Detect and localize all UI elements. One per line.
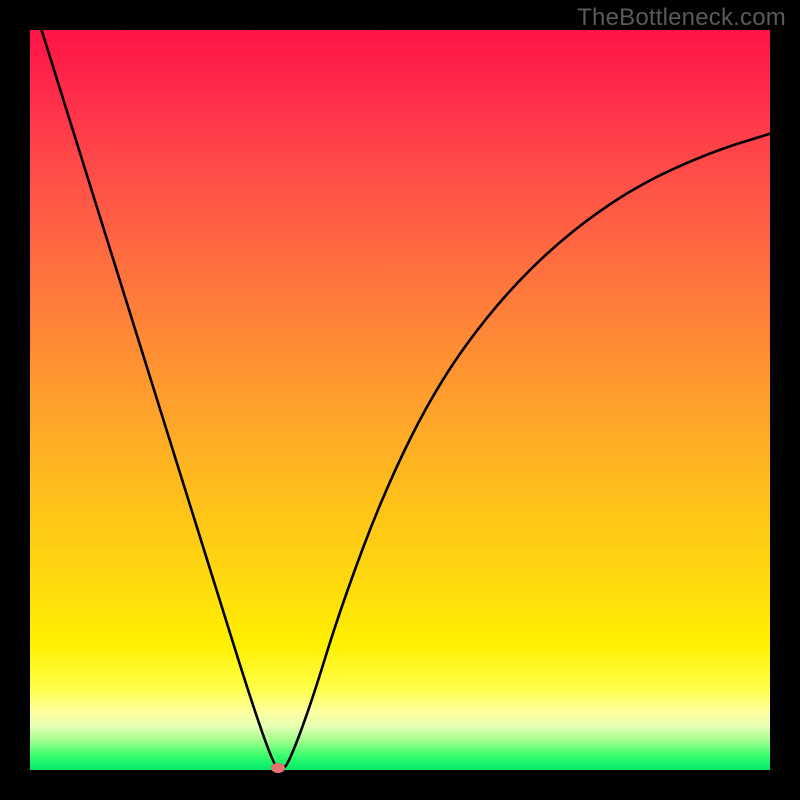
bottleneck-curve-path <box>30 0 770 769</box>
min-marker <box>271 763 285 773</box>
chart-stage: TheBottleneck.com <box>0 0 800 800</box>
plot-area <box>30 30 770 770</box>
watermark-text: TheBottleneck.com <box>577 4 786 32</box>
curve-svg <box>30 30 770 770</box>
